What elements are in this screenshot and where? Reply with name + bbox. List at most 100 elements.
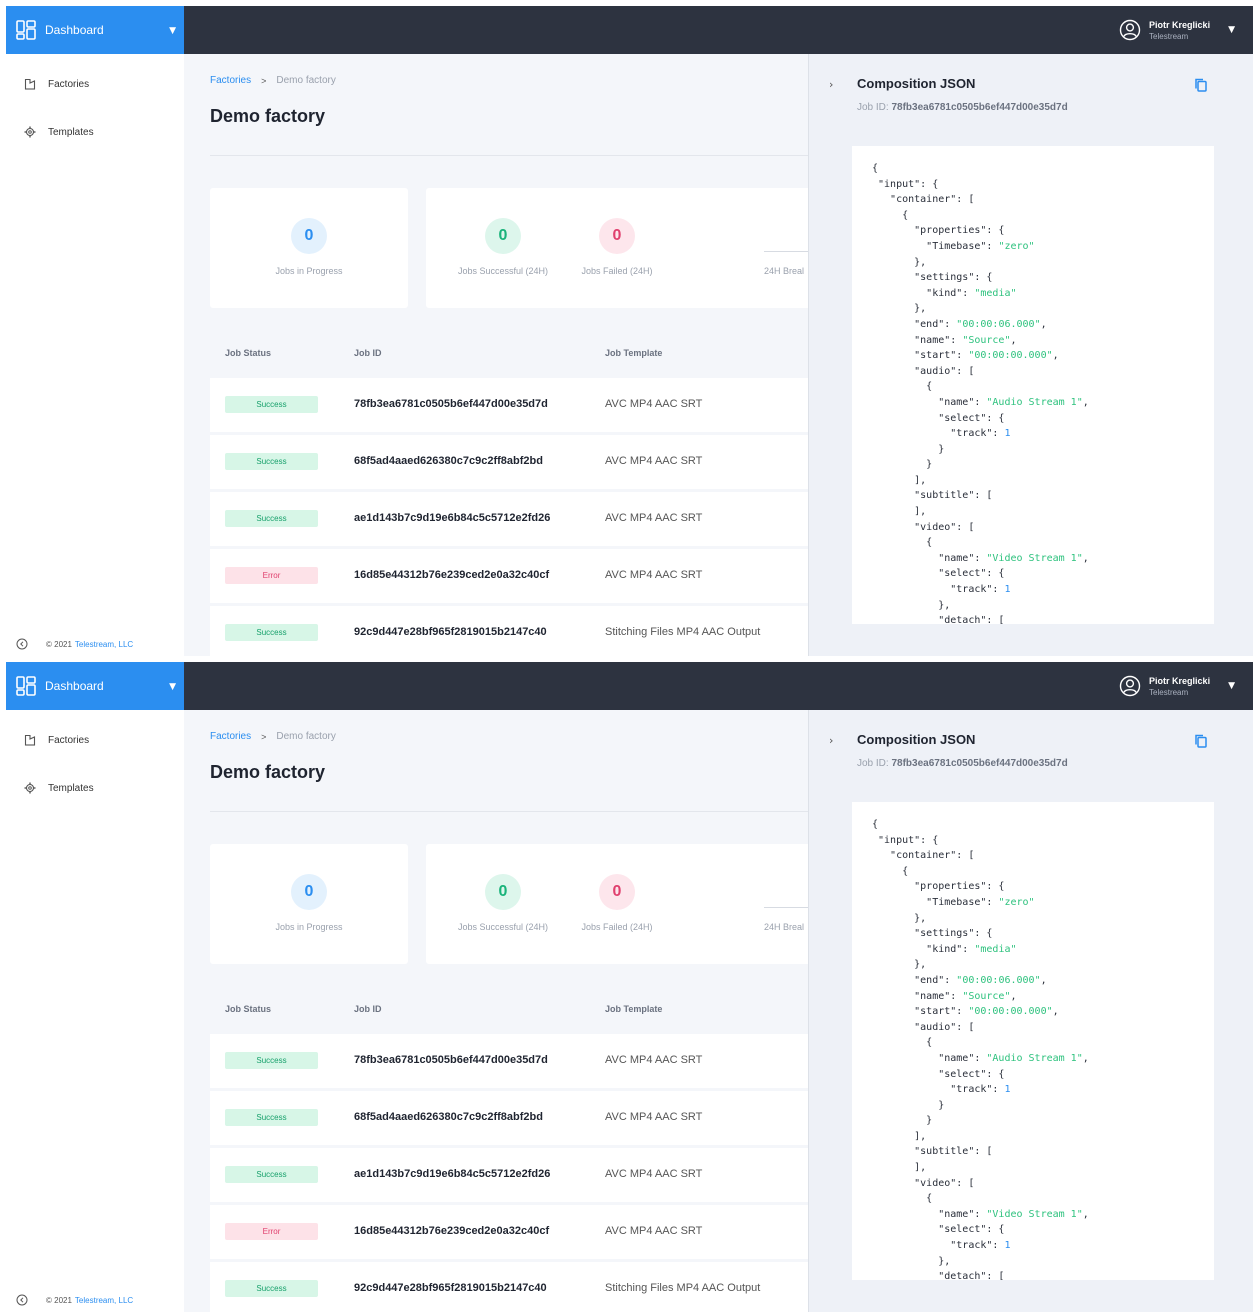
json-line: }, <box>872 911 1214 927</box>
user-caret-down-icon[interactable]: ▼ <box>1228 25 1235 35</box>
breadcrumb-factories-link[interactable]: Factories <box>210 731 251 742</box>
successful-count: 0 <box>485 874 521 910</box>
column-header-status[interactable]: Job Status <box>225 348 271 358</box>
breadcrumb-current: Demo factory <box>276 731 336 742</box>
json-line: "container": [ <box>872 192 1214 208</box>
json-token: "Timebase": <box>872 240 999 252</box>
sidebar-item-templates[interactable]: Templates <box>24 778 94 798</box>
in-progress-count: 0 <box>291 874 327 910</box>
json-token: "media" <box>974 943 1017 955</box>
json-token: , <box>1040 974 1047 986</box>
failed-count: 0 <box>599 874 635 910</box>
sidebar-item-templates[interactable]: Templates <box>24 122 94 142</box>
jobs-in-progress-card: 0 Jobs in Progress <box>210 188 408 308</box>
job-id-cell[interactable]: 92c9d447e28bf965f2819015b2147c40 <box>354 626 547 638</box>
user-menu[interactable]: Piotr Kreglicki Telestream ▼ <box>1119 662 1235 710</box>
job-template-cell: AVC MP4 AAC SRT <box>605 1054 703 1066</box>
table-row[interactable]: Success 92c9d447e28bf965f2819015b2147c40 S… <box>210 1262 808 1312</box>
job-id-cell[interactable]: 78fb3ea6781c0505b6ef447d00e35d7d <box>354 398 548 410</box>
telestream-link[interactable]: Telestream, LLC <box>75 640 133 649</box>
json-token: , <box>1010 990 1017 1002</box>
table-row[interactable]: Success 68f5ad4aaed626380c7c9c2ff8abf2bd A… <box>210 435 808 489</box>
job-id-cell[interactable]: 78fb3ea6781c0505b6ef447d00e35d7d <box>354 1054 548 1066</box>
json-line: "select": { <box>872 566 1214 582</box>
user-caret-down-icon[interactable]: ▼ <box>1228 681 1235 691</box>
json-token: "track": <box>872 1240 1005 1252</box>
copy-icon[interactable] <box>1194 78 1208 92</box>
copy-icon[interactable] <box>1194 734 1208 748</box>
json-line: "end": "00:00:06.000", <box>872 973 1214 989</box>
panel-title: Composition JSON <box>857 76 976 91</box>
json-line: "select": { <box>872 1222 1214 1238</box>
json-token: "track": <box>872 584 1005 596</box>
sidebar-item-factories[interactable]: Factories <box>24 730 89 750</box>
json-line: "name": "Source", <box>872 333 1214 349</box>
footer-copyright: © 2021 Telestream, LLC <box>16 1294 133 1306</box>
job-template-cell: AVC MP4 AAC SRT <box>605 512 703 524</box>
json-token: "start": <box>872 350 969 362</box>
job-id-cell[interactable]: 68f5ad4aaed626380c7c9c2ff8abf2bd <box>354 455 543 467</box>
job-id-cell[interactable]: 92c9d447e28bf965f2819015b2147c40 <box>354 1282 547 1294</box>
job-template-cell: AVC MP4 AAC SRT <box>605 1111 703 1123</box>
json-token: "settings": { <box>872 928 993 940</box>
telestream-link[interactable]: Telestream, LLC <box>75 1296 133 1305</box>
jobs-24h-card: 0 Jobs Successful (24H) 0 Jobs Failed (2… <box>426 844 808 964</box>
json-token: ], <box>872 474 927 486</box>
sidebar-item-label: Factories <box>48 734 90 746</box>
column-header-template[interactable]: Job Template <box>605 348 662 358</box>
collapse-panel-chevron-icon[interactable]: › <box>829 78 833 91</box>
table-row[interactable]: Success 68f5ad4aaed626380c7c9c2ff8abf2bd A… <box>210 1091 808 1145</box>
table-row[interactable]: Success 78fb3ea6781c0505b6ef447d00e35d7d A… <box>210 1034 808 1088</box>
json-token: 1 <box>1004 584 1011 596</box>
collapse-panel-chevron-icon[interactable]: › <box>829 734 833 747</box>
dashboard-menu-button[interactable]: Dashboard ▼ <box>6 662 184 710</box>
json-token: "select": { <box>872 1068 1005 1080</box>
breadcrumb-factories-link[interactable]: Factories <box>210 75 251 86</box>
json-token: ], <box>872 506 927 518</box>
table-row[interactable]: Success 78fb3ea6781c0505b6ef447d00e35d7d A… <box>210 378 808 432</box>
json-token: "settings": { <box>872 272 993 284</box>
table-row[interactable]: Success ae1d143b7c9d19e6b84c5c5712e2fd26 A… <box>210 492 808 546</box>
json-token: "Audio Stream 1" <box>986 396 1083 408</box>
failed-label: Jobs Failed (24H) <box>581 266 653 276</box>
table-row[interactable]: Error 16d85e44312b76e239ced2e0a32c40cf AVC… <box>210 549 808 603</box>
job-id-cell[interactable]: 68f5ad4aaed626380c7c9c2ff8abf2bd <box>354 1111 543 1123</box>
jobs-in-progress-card: 0 Jobs in Progress <box>210 844 408 964</box>
table-row[interactable]: Success ae1d143b7c9d19e6b84c5c5712e2fd26 A… <box>210 1148 808 1202</box>
column-header-status[interactable]: Job Status <box>225 1004 271 1014</box>
json-token: 1 <box>1004 428 1011 440</box>
job-id-cell[interactable]: 16d85e44312b76e239ced2e0a32c40cf <box>354 569 549 581</box>
sidebar-item-factories[interactable]: Factories <box>24 74 89 94</box>
job-id-cell[interactable]: 16d85e44312b76e239ced2e0a32c40cf <box>354 1225 549 1237</box>
table-row[interactable]: Success 92c9d447e28bf965f2819015b2147c40 S… <box>210 606 808 656</box>
json-line: "kind": "media" <box>872 942 1214 958</box>
column-header-template[interactable]: Job Template <box>605 1004 662 1014</box>
json-viewer[interactable]: { "input": { "container": [ { "propertie… <box>852 802 1214 1280</box>
json-token: "name": <box>872 334 963 346</box>
collapse-circle-icon[interactable] <box>16 1294 28 1306</box>
successful-label: Jobs Successful (24H) <box>457 266 549 276</box>
dashboard-menu-button[interactable]: Dashboard ▼ <box>6 6 184 54</box>
sidebar: Factories Templates © 2021 Telestream, L… <box>6 54 184 656</box>
json-viewer[interactable]: { "input": { "container": [ { "propertie… <box>852 146 1214 624</box>
json-token: "name": <box>872 990 963 1002</box>
json-token: "00:00:06.000" <box>956 318 1041 330</box>
json-line: "name": "Source", <box>872 989 1214 1005</box>
job-id-cell[interactable]: ae1d143b7c9d19e6b84c5c5712e2fd26 <box>354 512 550 524</box>
collapse-circle-icon[interactable] <box>16 638 28 650</box>
json-token: , <box>1082 1208 1089 1220</box>
column-header-job-id[interactable]: Job ID <box>354 1004 382 1014</box>
factory-icon <box>24 734 36 746</box>
user-menu[interactable]: Piotr Kreglicki Telestream ▼ <box>1119 6 1235 54</box>
job-id-cell[interactable]: ae1d143b7c9d19e6b84c5c5712e2fd26 <box>354 1168 550 1180</box>
json-token: "name": <box>872 396 987 408</box>
json-token: "video": [ <box>872 521 975 533</box>
job-template-cell: AVC MP4 AAC SRT <box>605 1225 703 1237</box>
column-header-job-id[interactable]: Job ID <box>354 348 382 358</box>
footer-copyright: © 2021 Telestream, LLC <box>16 638 133 650</box>
json-line: "Timebase": "zero" <box>872 895 1214 911</box>
dashboard-label: Dashboard <box>45 679 104 693</box>
table-row[interactable]: Error 16d85e44312b76e239ced2e0a32c40cf AVC… <box>210 1205 808 1259</box>
failed-label: Jobs Failed (24H) <box>581 922 653 932</box>
job-template-cell: AVC MP4 AAC SRT <box>605 455 703 467</box>
